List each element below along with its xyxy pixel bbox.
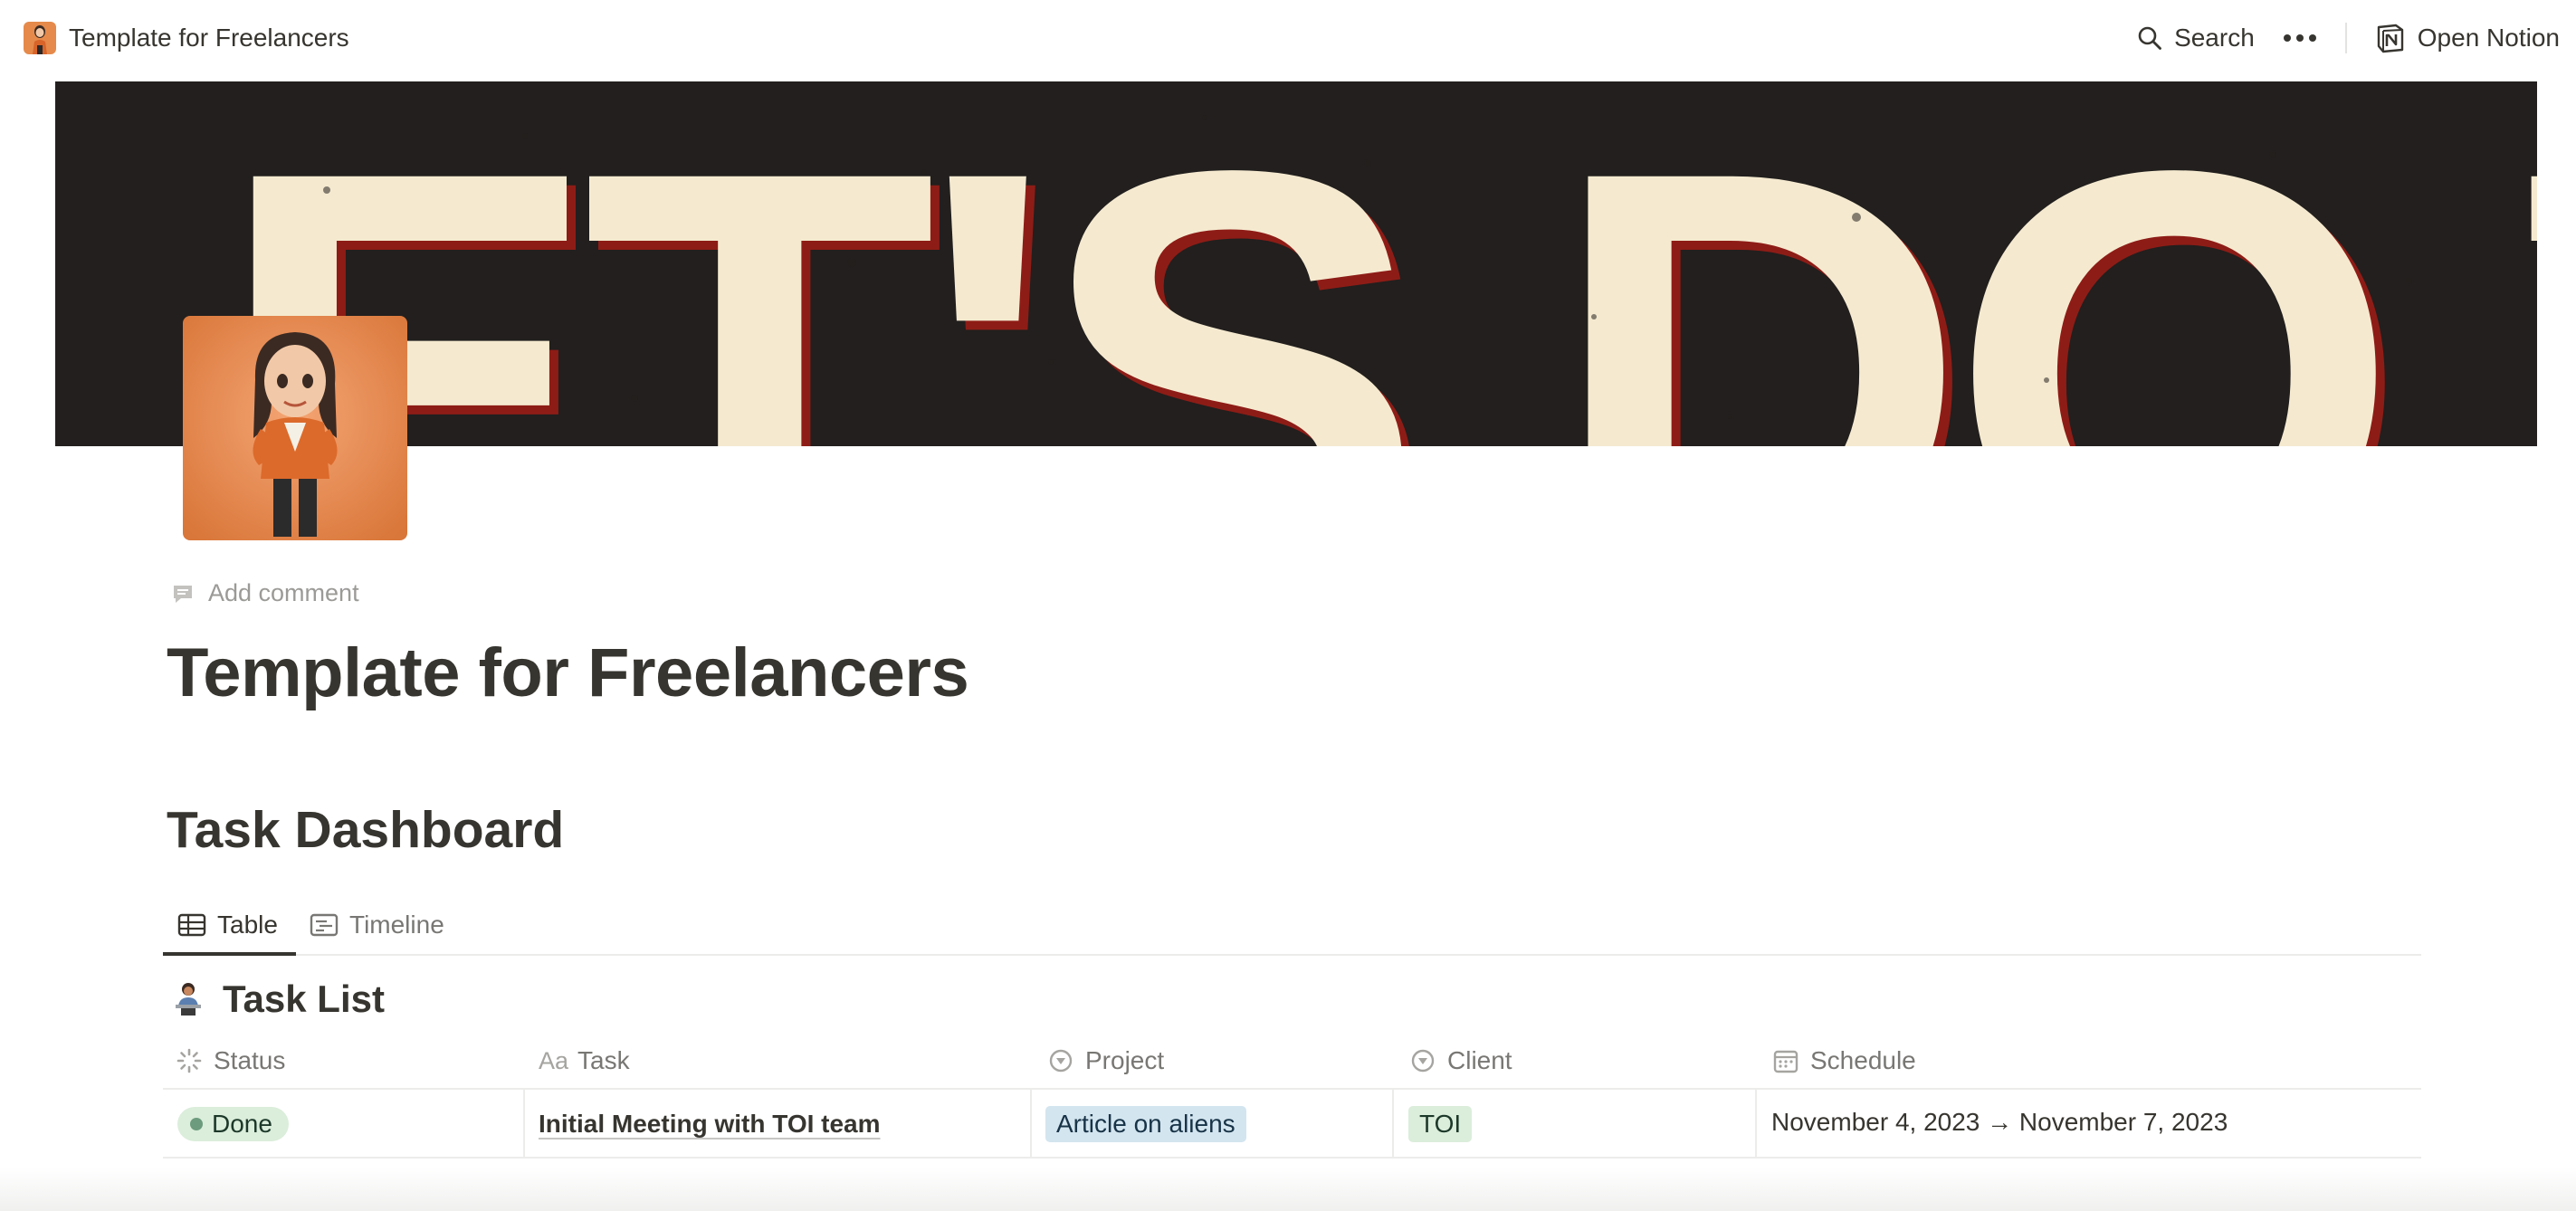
- timeline-icon: [310, 913, 339, 937]
- calendar-icon: [1773, 1050, 1798, 1073]
- task-cell[interactable]: Initial Meeting with TOI team: [539, 1090, 881, 1159]
- breadcrumb-title[interactable]: Template for Freelancers: [69, 24, 349, 52]
- add-comment-label: Add comment: [208, 579, 359, 606]
- page-icon[interactable]: [183, 316, 407, 540]
- status-badge: Done: [177, 1107, 289, 1141]
- database-title-text: Task List: [223, 977, 385, 1020]
- column-divider: [523, 1090, 525, 1159]
- table-header: Status Aa Task Project Client Schedule: [163, 1032, 2421, 1090]
- client-tag: TOI: [1408, 1106, 1473, 1142]
- project-tag: Article on aliens: [1045, 1106, 1246, 1142]
- cover-lets-do-this-art: LET'S DO THIS LET'S DO THIS: [55, 81, 2537, 446]
- project-cell[interactable]: Article on aliens: [1045, 1090, 1246, 1159]
- open-notion-label: Open Notion: [2417, 24, 2560, 52]
- tab-table[interactable]: Table: [177, 894, 278, 956]
- column-divider: [1755, 1090, 1757, 1159]
- view-tabs: Table Timeline: [163, 894, 2421, 956]
- table-icon: [177, 913, 206, 937]
- status-cell[interactable]: Done: [177, 1090, 289, 1159]
- tab-table-label: Table: [217, 911, 278, 939]
- task-table: Status Aa Task Project Client Schedule D…: [163, 1032, 2421, 1159]
- toolbar-divider: [2344, 23, 2347, 53]
- search-icon: [2138, 26, 2161, 50]
- more-horizontal-icon: [2283, 34, 2316, 42]
- active-tab-indicator: [163, 952, 296, 956]
- client-cell[interactable]: TOI: [1408, 1090, 1473, 1159]
- column-header-schedule[interactable]: Schedule: [1772, 1032, 1916, 1090]
- top-bar: Template for Freelancers Search Open Not…: [0, 0, 2576, 78]
- database-title[interactable]: Task List: [170, 977, 385, 1021]
- column-header-client[interactable]: Client: [1409, 1032, 1512, 1090]
- column-divider: [1392, 1090, 1394, 1159]
- text-aa-icon: Aa: [539, 1046, 569, 1074]
- task-dashboard-heading[interactable]: Task Dashboard: [167, 800, 564, 860]
- column-header-status-label: Status: [214, 1046, 286, 1074]
- bottom-scroll-fade: [0, 1168, 2576, 1211]
- select-icon: [1049, 1049, 1073, 1073]
- schedule-cell[interactable]: November 4, 2023 → November 7, 2023: [1771, 1090, 2242, 1159]
- tab-timeline-label: Timeline: [349, 911, 444, 939]
- column-header-schedule-label: Schedule: [1810, 1046, 1916, 1074]
- status-icon: [177, 1048, 202, 1073]
- comment-icon: [174, 585, 192, 603]
- notion-logo-icon: [2377, 24, 2403, 53]
- column-divider: [1030, 1090, 1032, 1159]
- add-comment-button[interactable]: Add comment: [170, 579, 359, 607]
- breadcrumb[interactable]: Template for Freelancers: [24, 22, 349, 54]
- table-row[interactable]: Done Initial Meeting with TOI team Artic…: [163, 1090, 2421, 1159]
- column-header-client-label: Client: [1447, 1046, 1512, 1074]
- more-options-button[interactable]: [2282, 33, 2318, 43]
- column-header-project-label: Project: [1085, 1046, 1165, 1074]
- search-label: Search: [2174, 24, 2255, 52]
- cover-image[interactable]: LET'S DO THIS LET'S DO THIS: [55, 81, 2537, 446]
- page-title[interactable]: Template for Freelancers: [167, 634, 969, 712]
- status-label: Done: [212, 1110, 272, 1138]
- column-header-project[interactable]: Project: [1047, 1032, 1164, 1090]
- woman-avatar-icon: [183, 316, 407, 540]
- search-button[interactable]: Search: [2136, 24, 2255, 52]
- column-header-status[interactable]: Status: [176, 1032, 285, 1090]
- person-at-laptop-icon: [176, 983, 201, 1016]
- select-icon: [1411, 1049, 1435, 1073]
- tab-timeline[interactable]: Timeline: [310, 894, 444, 956]
- task-title-link[interactable]: Initial Meeting with TOI team: [539, 1110, 881, 1139]
- svg-text:LET'S DO THIS: LET'S DO THIS: [55, 81, 2537, 446]
- status-dot-icon: [190, 1118, 203, 1130]
- column-header-task[interactable]: Aa Task: [539, 1032, 630, 1090]
- page-avatar-icon: [24, 22, 56, 54]
- open-notion-button[interactable]: Open Notion: [2374, 22, 2560, 54]
- column-header-task-label: Task: [577, 1046, 630, 1074]
